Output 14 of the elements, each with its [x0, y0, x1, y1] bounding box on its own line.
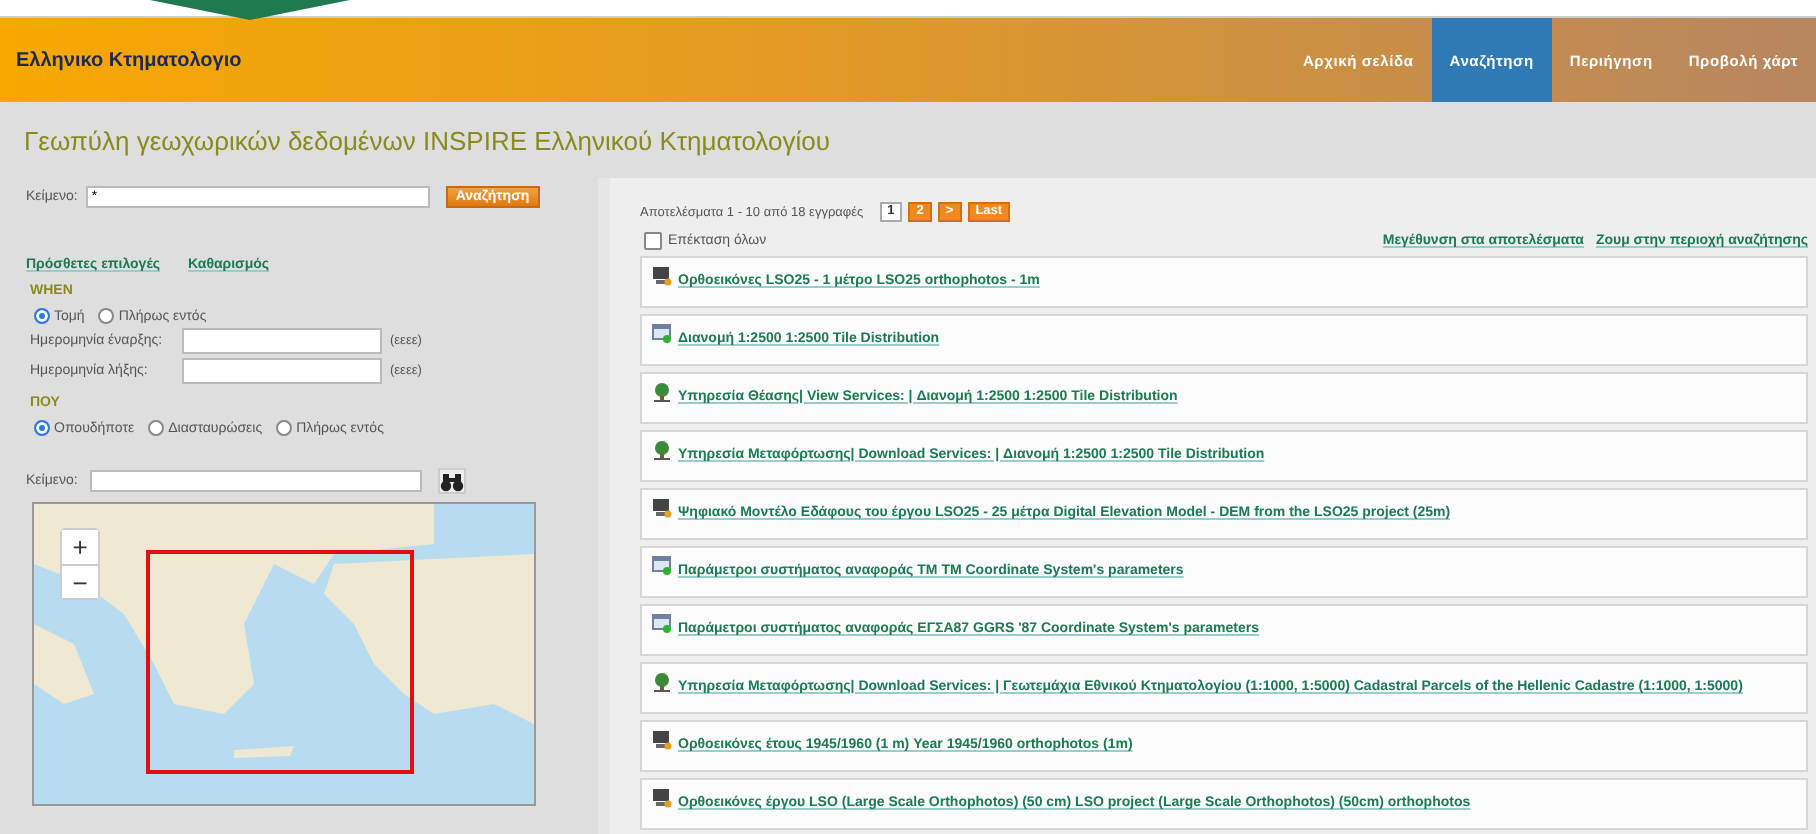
window-icon	[652, 614, 672, 634]
window-icon	[652, 556, 672, 576]
monitor-icon	[652, 266, 672, 286]
window-icon	[652, 324, 672, 344]
date-field[interactable]	[182, 328, 382, 354]
monitor-icon	[652, 788, 672, 808]
site-logo: Ελληνικο Κτηματολογιο	[14, 49, 242, 71]
place-search-field[interactable]	[89, 470, 422, 492]
page-title: Γεωπύλη γεωχωρικών δεδομένων INSPIRE Ελληνικού Κτηματολογίου	[24, 125, 830, 155]
monitor-icon	[652, 730, 672, 750]
zoom-out-button[interactable]: −	[62, 564, 98, 598]
date-field[interactable]	[182, 358, 382, 384]
monitor-icon	[652, 498, 672, 518]
binoculars-button[interactable]	[437, 468, 466, 494]
